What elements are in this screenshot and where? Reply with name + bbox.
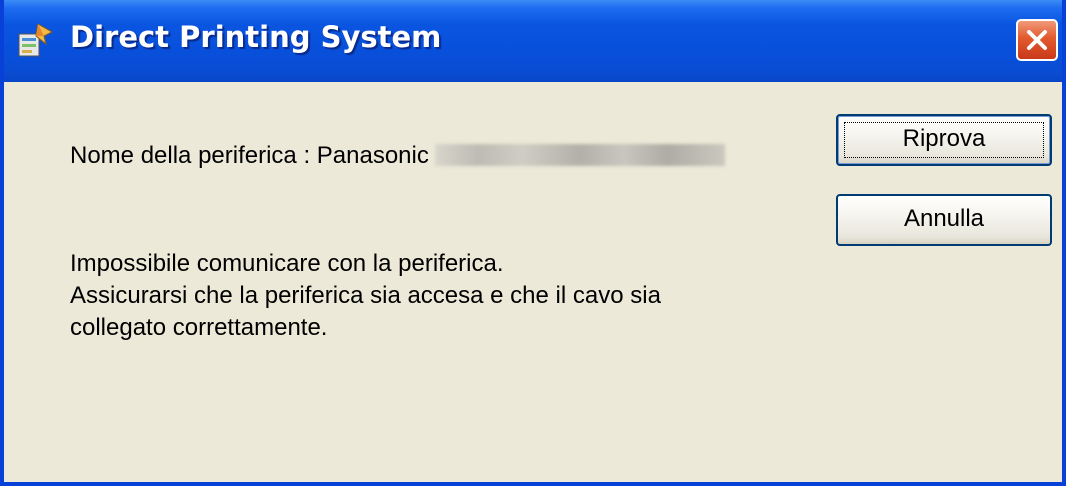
device-label: Nome della periferica : Panasonic bbox=[70, 142, 429, 169]
error-message-line-3: collegato correttamente. bbox=[70, 314, 328, 341]
app-icon bbox=[16, 20, 56, 60]
dialog-body: Nome della periferica : Panasonic Imposs… bbox=[4, 82, 1062, 482]
error-message-line-2: Assicurarsi che la periferica sia accesa… bbox=[70, 282, 661, 309]
cancel-button-label: Annulla bbox=[903, 205, 985, 232]
dialog-window: Direct Printing System Nome della perife… bbox=[0, 0, 1066, 486]
window-title: Direct Printing System bbox=[70, 20, 442, 54]
device-name-row: Nome della periferica : Panasonic bbox=[70, 142, 725, 170]
error-message-line-1: Impossibile comunicare con la periferica… bbox=[70, 250, 504, 277]
retry-button-label: Riprova bbox=[902, 125, 986, 152]
title-bar[interactable]: Direct Printing System bbox=[4, 0, 1062, 82]
retry-button[interactable]: Riprova bbox=[836, 114, 1052, 166]
device-name-redacted bbox=[434, 143, 725, 166]
close-button[interactable] bbox=[1016, 19, 1058, 61]
cancel-button[interactable]: Annulla bbox=[836, 194, 1052, 246]
close-x-icon bbox=[1027, 30, 1047, 50]
